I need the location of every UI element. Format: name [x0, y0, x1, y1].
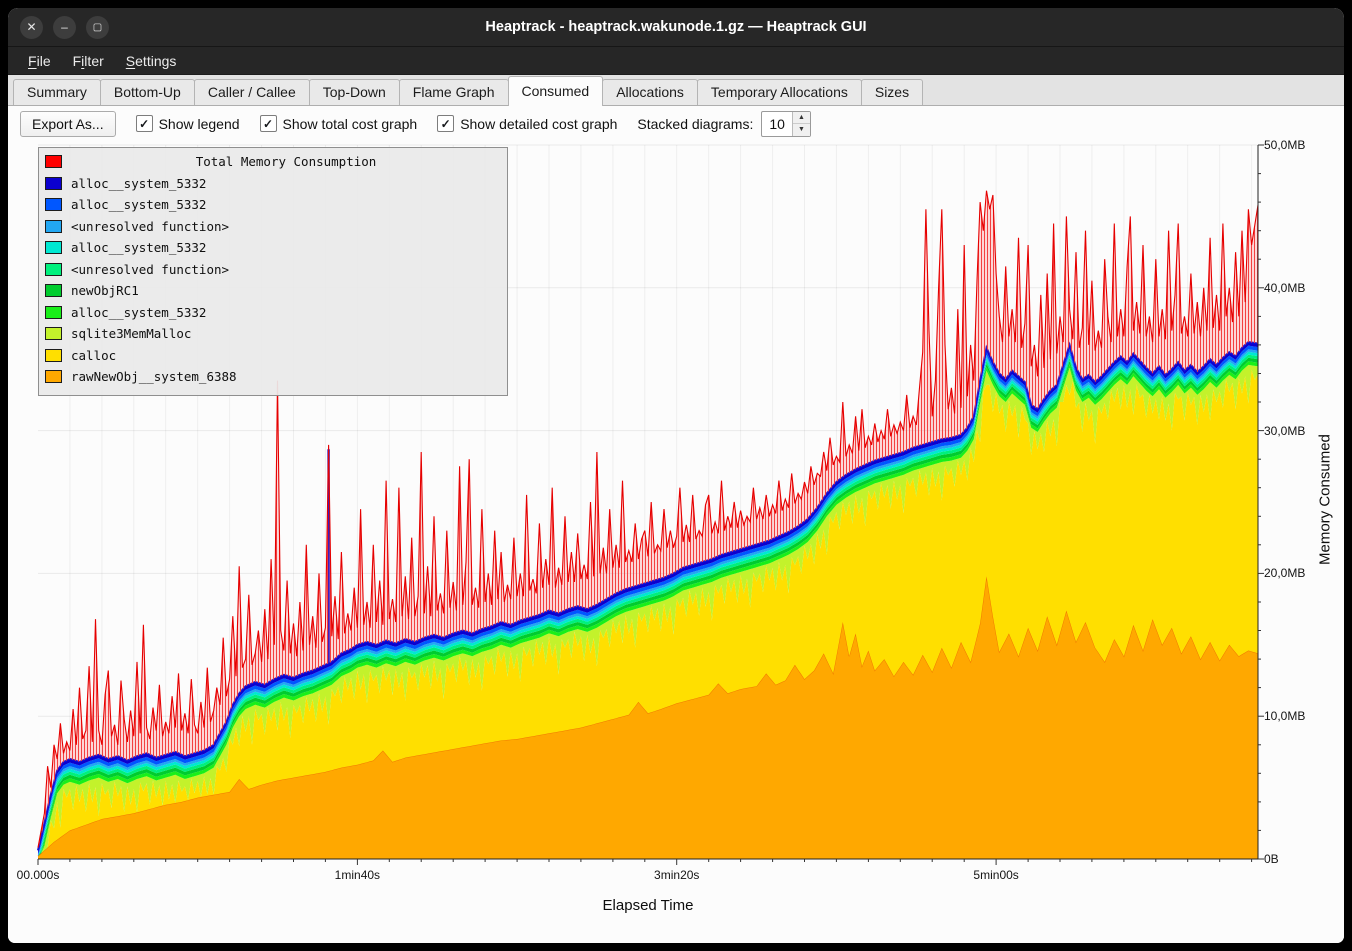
legend-title-swatch: [45, 155, 62, 168]
legend-item: rawNewObj__system_6388: [45, 366, 501, 388]
legend-swatch: [45, 241, 62, 254]
menu-filter[interactable]: Filter: [63, 50, 114, 72]
legend-label: <unresolved function>: [71, 262, 229, 277]
legend-items: alloc__system_5332 alloc__system_5332 <unr…: [45, 173, 501, 388]
stacked-diagrams-spinner[interactable]: 10 ▲▼: [761, 111, 811, 137]
legend-item: sqlite3MemMalloc: [45, 323, 501, 345]
legend-label: alloc__system_5332: [71, 240, 206, 255]
legend-swatch: [45, 327, 62, 340]
legend-title-row: Total Memory Consumption: [45, 151, 501, 173]
checkbox-label: Show total cost graph: [283, 116, 418, 132]
legend-swatch: [45, 263, 62, 276]
legend-swatch: [45, 306, 62, 319]
close-icon: ✕: [26, 20, 36, 34]
legend-item: alloc__system_5332: [45, 194, 501, 216]
legend-label: alloc__system_5332: [71, 305, 206, 320]
menu-bar: FileFilterSettings: [8, 47, 1344, 75]
legend-swatch: [45, 284, 62, 297]
legend-swatch: [45, 177, 62, 190]
menu-settings[interactable]: Settings: [116, 50, 187, 72]
y-tick-label: 50,0MB: [1264, 138, 1305, 152]
minimize-icon: –: [61, 20, 68, 34]
legend-swatch: [45, 370, 62, 383]
y-axis-label: Memory Consumed: [1314, 141, 1336, 859]
legend-title: Total Memory Consumption: [71, 154, 501, 169]
tab-temporary-allocations[interactable]: Temporary Allocations: [697, 79, 862, 105]
x-tick-label: 00.000s: [17, 868, 60, 882]
legend-label: rawNewObj__system_6388: [71, 369, 237, 384]
checkbox-check-icon[interactable]: ✓: [437, 115, 454, 132]
legend-label: calloc: [71, 348, 116, 363]
stacked-diagrams-value[interactable]: 10: [762, 112, 792, 136]
tab-summary[interactable]: Summary: [13, 79, 101, 105]
checkbox-label: Show legend: [159, 116, 240, 132]
toolbar: Export As... ✓ Show legend ✓ Show total cos…: [8, 106, 1344, 141]
tab-caller-callee[interactable]: Caller / Callee: [194, 79, 310, 105]
legend-item: calloc: [45, 345, 501, 367]
checkbox-show-detailed-cost-graph[interactable]: ✓ Show detailed cost graph: [437, 115, 617, 132]
legend-label: newObjRC1: [71, 283, 139, 298]
legend-item: <unresolved function>: [45, 259, 501, 281]
chart-area: Total Memory Consumption alloc__system_5…: [8, 141, 1344, 943]
window-title: Heaptrack - heaptrack.wakunode.1.gz — He…: [485, 19, 866, 35]
y-tick-label: 30,0MB: [1264, 424, 1305, 438]
x-tick-label: 1min40s: [335, 868, 380, 882]
x-axis-label: Elapsed Time: [38, 897, 1258, 914]
y-tick-label: 0B: [1264, 852, 1279, 866]
legend-swatch: [45, 349, 62, 362]
title-bar[interactable]: ✕ – ▢ Heaptrack - heaptrack.wakunode.1.gz …: [8, 8, 1344, 47]
legend-item: alloc__system_5332: [45, 237, 501, 259]
tab-top-down[interactable]: Top-Down: [309, 79, 400, 105]
x-tick-label: 3min20s: [654, 868, 699, 882]
tab-bar: SummaryBottom-UpCaller / CalleeTop-DownF…: [8, 75, 1344, 106]
tab-allocations[interactable]: Allocations: [602, 79, 698, 105]
export-as-button[interactable]: Export As...: [20, 111, 116, 137]
legend-item: <unresolved function>: [45, 216, 501, 238]
spinner-up-icon[interactable]: ▲: [793, 112, 810, 125]
legend-item: newObjRC1: [45, 280, 501, 302]
tab-consumed[interactable]: Consumed: [508, 76, 604, 106]
tab-sizes[interactable]: Sizes: [861, 79, 923, 105]
legend-label: <unresolved function>: [71, 219, 229, 234]
spinner-arrows: ▲▼: [792, 112, 810, 136]
checkbox-show-legend[interactable]: ✓ Show legend: [136, 115, 240, 132]
checkbox-show-total-cost-graph[interactable]: ✓ Show total cost graph: [260, 115, 418, 132]
stacked-diagrams-label: Stacked diagrams:: [637, 116, 753, 132]
y-tick-label: 40,0MB: [1264, 281, 1305, 295]
y-tick-label: 20,0MB: [1264, 566, 1305, 580]
legend-item: alloc__system_5332: [45, 302, 501, 324]
legend-swatch: [45, 198, 62, 211]
toolbar-checkboxes: ✓ Show legend ✓ Show total cost graph ✓ Show …: [136, 115, 618, 132]
menu-file[interactable]: File: [18, 50, 61, 72]
checkbox-label: Show detailed cost graph: [460, 116, 617, 132]
legend-label: alloc__system_5332: [71, 176, 206, 191]
window-maximize-button[interactable]: ▢: [86, 16, 109, 39]
legend-label: alloc__system_5332: [71, 197, 206, 212]
y-tick-label: 10,0MB: [1264, 709, 1305, 723]
legend-label: sqlite3MemMalloc: [71, 326, 191, 341]
window-minimize-button[interactable]: –: [53, 16, 76, 39]
legend-swatch: [45, 220, 62, 233]
legend-item: alloc__system_5332: [45, 173, 501, 195]
tab-flame-graph[interactable]: Flame Graph: [399, 79, 509, 105]
window-controls: ✕ – ▢: [20, 8, 109, 46]
app-window: ✕ – ▢ Heaptrack - heaptrack.wakunode.1.gz …: [8, 8, 1344, 943]
x-tick-label: 5min00s: [973, 868, 1018, 882]
tab-bottom-up[interactable]: Bottom-Up: [100, 79, 195, 105]
chart-legend: Total Memory Consumption alloc__system_5…: [38, 147, 508, 396]
checkbox-check-icon[interactable]: ✓: [260, 115, 277, 132]
spinner-down-icon[interactable]: ▼: [793, 124, 810, 136]
checkbox-check-icon[interactable]: ✓: [136, 115, 153, 132]
maximize-icon: ▢: [93, 22, 102, 33]
window-close-button[interactable]: ✕: [20, 16, 43, 39]
